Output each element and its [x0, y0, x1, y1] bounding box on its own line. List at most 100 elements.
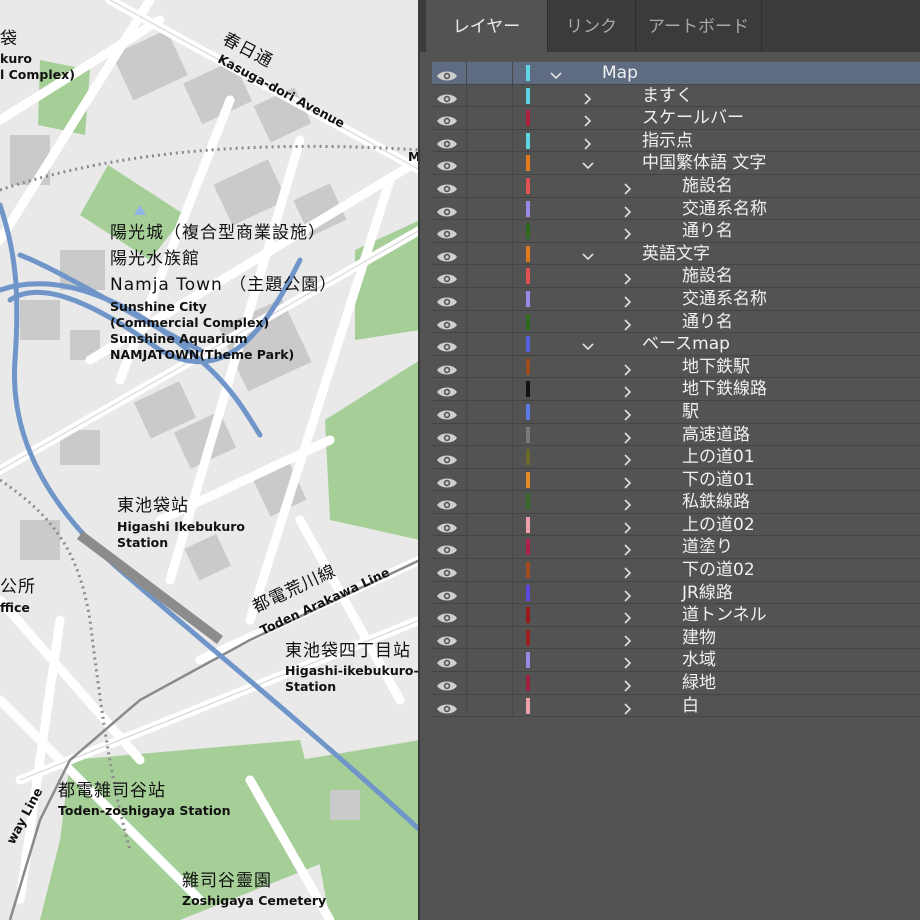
chevron-right-icon[interactable] [622, 180, 634, 195]
chevron-right-icon[interactable] [622, 541, 634, 557]
layer-name[interactable]: 英語文字 [642, 243, 710, 265]
eye-icon[interactable] [436, 541, 458, 555]
layer-name[interactable]: 通り名 [682, 311, 733, 333]
layer-name[interactable]: 中国繁体語 文字 [642, 152, 766, 174]
layer-row[interactable]: 英語文字 [432, 242, 920, 266]
layer-name[interactable]: 地下鉄線路 [682, 378, 767, 400]
eye-icon[interactable] [436, 157, 458, 171]
layer-name[interactable]: 下の道02 [682, 559, 755, 581]
chevron-right-icon[interactable] [622, 270, 634, 285]
eye-icon[interactable] [436, 564, 458, 578]
layer-name[interactable]: 道トンネル [682, 604, 767, 626]
layer-row[interactable]: 道塗り [432, 536, 920, 560]
eye-icon[interactable] [436, 496, 458, 510]
eye-icon[interactable] [436, 112, 458, 126]
chevron-down-icon[interactable] [582, 248, 594, 260]
layer-row[interactable]: ますく [432, 84, 920, 108]
layer-row[interactable]: 道トンネル [432, 604, 920, 627]
eye-icon[interactable] [436, 135, 458, 149]
chevron-right-icon[interactable] [622, 429, 634, 444]
eye-icon[interactable] [436, 270, 458, 284]
eye-icon[interactable] [436, 700, 458, 714]
chevron-right-icon[interactable] [622, 203, 634, 218]
layer-name[interactable]: スケールバー [642, 107, 744, 129]
layer-name[interactable]: 上の道02 [682, 514, 755, 536]
chevron-right-icon[interactable] [622, 519, 634, 534]
layer-name[interactable]: 私鉄線路 [682, 491, 750, 513]
layer-row[interactable]: 水域 [432, 649, 920, 673]
eye-icon[interactable] [436, 361, 458, 375]
tab-artboards[interactable]: アートボード [636, 0, 762, 52]
chevron-down-icon[interactable] [550, 67, 562, 80]
chevron-right-icon[interactable] [622, 316, 634, 331]
chevron-right-icon[interactable] [622, 587, 634, 602]
eye-icon[interactable] [436, 632, 458, 646]
eye-icon[interactable] [436, 406, 458, 420]
layer-row[interactable]: 施設名 [432, 265, 920, 288]
eye-icon[interactable] [436, 293, 458, 307]
layer-name[interactable]: 白 [682, 695, 699, 717]
layer-row[interactable]: 緑地 [432, 672, 920, 695]
layer-name[interactable]: 交通系名称 [682, 288, 767, 310]
layer-row[interactable]: 建物 [432, 626, 920, 650]
layer-name[interactable]: ベースmap [642, 333, 730, 355]
chevron-right-icon[interactable] [622, 406, 634, 421]
layer-row[interactable]: 駅 [432, 400, 920, 424]
layer-name[interactable]: 施設名 [682, 175, 733, 197]
layer-row[interactable]: Map [432, 62, 920, 85]
eye-icon[interactable] [436, 338, 458, 352]
layer-row[interactable]: 上の道01 [432, 446, 920, 469]
chevron-right-icon[interactable] [582, 135, 594, 150]
layer-name[interactable]: 上の道01 [682, 446, 755, 468]
chevron-right-icon[interactable] [622, 225, 634, 240]
layer-name[interactable]: JR線路 [682, 582, 733, 604]
eye-icon[interactable] [436, 316, 458, 330]
eye-icon[interactable] [436, 587, 458, 601]
layer-name[interactable]: ますく [642, 85, 693, 107]
layer-row[interactable]: 通り名 [432, 310, 920, 334]
eye-icon[interactable] [436, 383, 458, 397]
chevron-right-icon[interactable] [622, 632, 634, 647]
chevron-right-icon[interactable] [622, 451, 634, 466]
eye-icon[interactable] [436, 67, 458, 81]
layer-row[interactable]: 地下鉄駅 [432, 355, 920, 379]
chevron-right-icon[interactable] [622, 654, 634, 670]
eye-icon[interactable] [436, 474, 458, 488]
layer-row[interactable]: スケールバー [432, 107, 920, 130]
layer-row[interactable]: 上の道02 [432, 513, 920, 537]
layer-row[interactable]: 高速道路 [432, 423, 920, 447]
layer-name[interactable]: Map [602, 62, 638, 84]
layer-row[interactable]: 中国繁体語 文字 [432, 152, 920, 175]
layer-name[interactable]: 駅 [682, 401, 699, 423]
chevron-right-icon[interactable] [622, 474, 634, 489]
layer-name[interactable]: 道塗り [682, 536, 733, 558]
eye-icon[interactable] [436, 519, 458, 533]
layer-row[interactable]: 地下鉄線路 [432, 378, 920, 401]
layer-name[interactable]: 建物 [682, 627, 716, 649]
eye-icon[interactable] [436, 429, 458, 442]
layer-row[interactable]: 通り名 [432, 220, 920, 243]
eye-icon[interactable] [436, 654, 458, 668]
layer-row[interactable]: JR線路 [432, 581, 920, 605]
layer-name[interactable]: 緑地 [682, 672, 716, 694]
tab-links[interactable]: リンク [548, 0, 636, 52]
chevron-right-icon[interactable] [622, 677, 634, 692]
layer-row[interactable]: ベースmap [432, 333, 920, 356]
layer-row[interactable]: 施設名 [432, 174, 920, 198]
eye-icon[interactable] [436, 451, 458, 465]
layer-name[interactable]: 交通系名称 [682, 198, 767, 220]
chevron-right-icon[interactable] [622, 700, 634, 715]
layer-name[interactable]: 地下鉄駅 [682, 356, 750, 378]
tab-layers[interactable]: レイヤー [426, 0, 548, 52]
eye-icon[interactable] [436, 90, 458, 104]
chevron-right-icon[interactable] [622, 564, 634, 579]
layer-row[interactable]: 私鉄線路 [432, 491, 920, 514]
layer-row[interactable]: 交通系名称 [432, 287, 920, 311]
layer-name[interactable]: 下の道01 [682, 469, 755, 491]
chevron-right-icon[interactable] [622, 361, 634, 376]
eye-icon[interactable] [436, 677, 458, 691]
eye-icon[interactable] [436, 609, 458, 623]
layer-row[interactable]: 交通系名称 [432, 197, 920, 221]
layer-row[interactable]: 白 [432, 694, 920, 718]
map-canvas[interactable]: 春日通 Kasuga-dori Avenue 陽光城（複合型商業設施） 陽光水族… [0, 0, 420, 920]
